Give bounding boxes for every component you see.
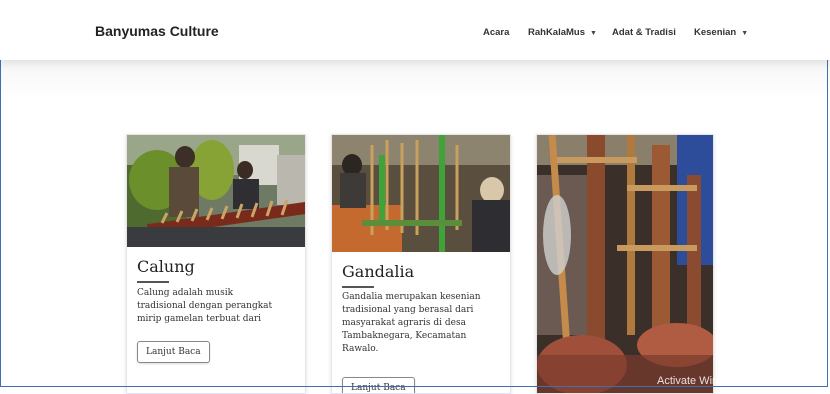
- caret-down-icon: ▼: [741, 30, 749, 37]
- brand-logo[interactable]: Banyumas Culture: [95, 23, 219, 39]
- nav-item-label: Kesenian: [694, 27, 737, 38]
- nav-item-label: Adat & Tradisi: [612, 27, 676, 38]
- nav-item-label: RahKalaMus: [528, 27, 586, 38]
- nav-item-adat-tradisi[interactable]: Adat & Tradisi: [612, 27, 676, 38]
- top-navbar: Banyumas Culture Acara RahKalaMus ▼ Adat …: [0, 0, 830, 60]
- nav-item-label: Acara: [483, 27, 510, 38]
- nav-item-kesenian[interactable]: Kesenian ▼: [694, 27, 748, 38]
- nav-item-rahkalamus[interactable]: RahKalaMus ▼: [528, 27, 597, 38]
- caret-down-icon: ▼: [590, 30, 597, 37]
- nav-item-acara[interactable]: Acara: [483, 27, 509, 38]
